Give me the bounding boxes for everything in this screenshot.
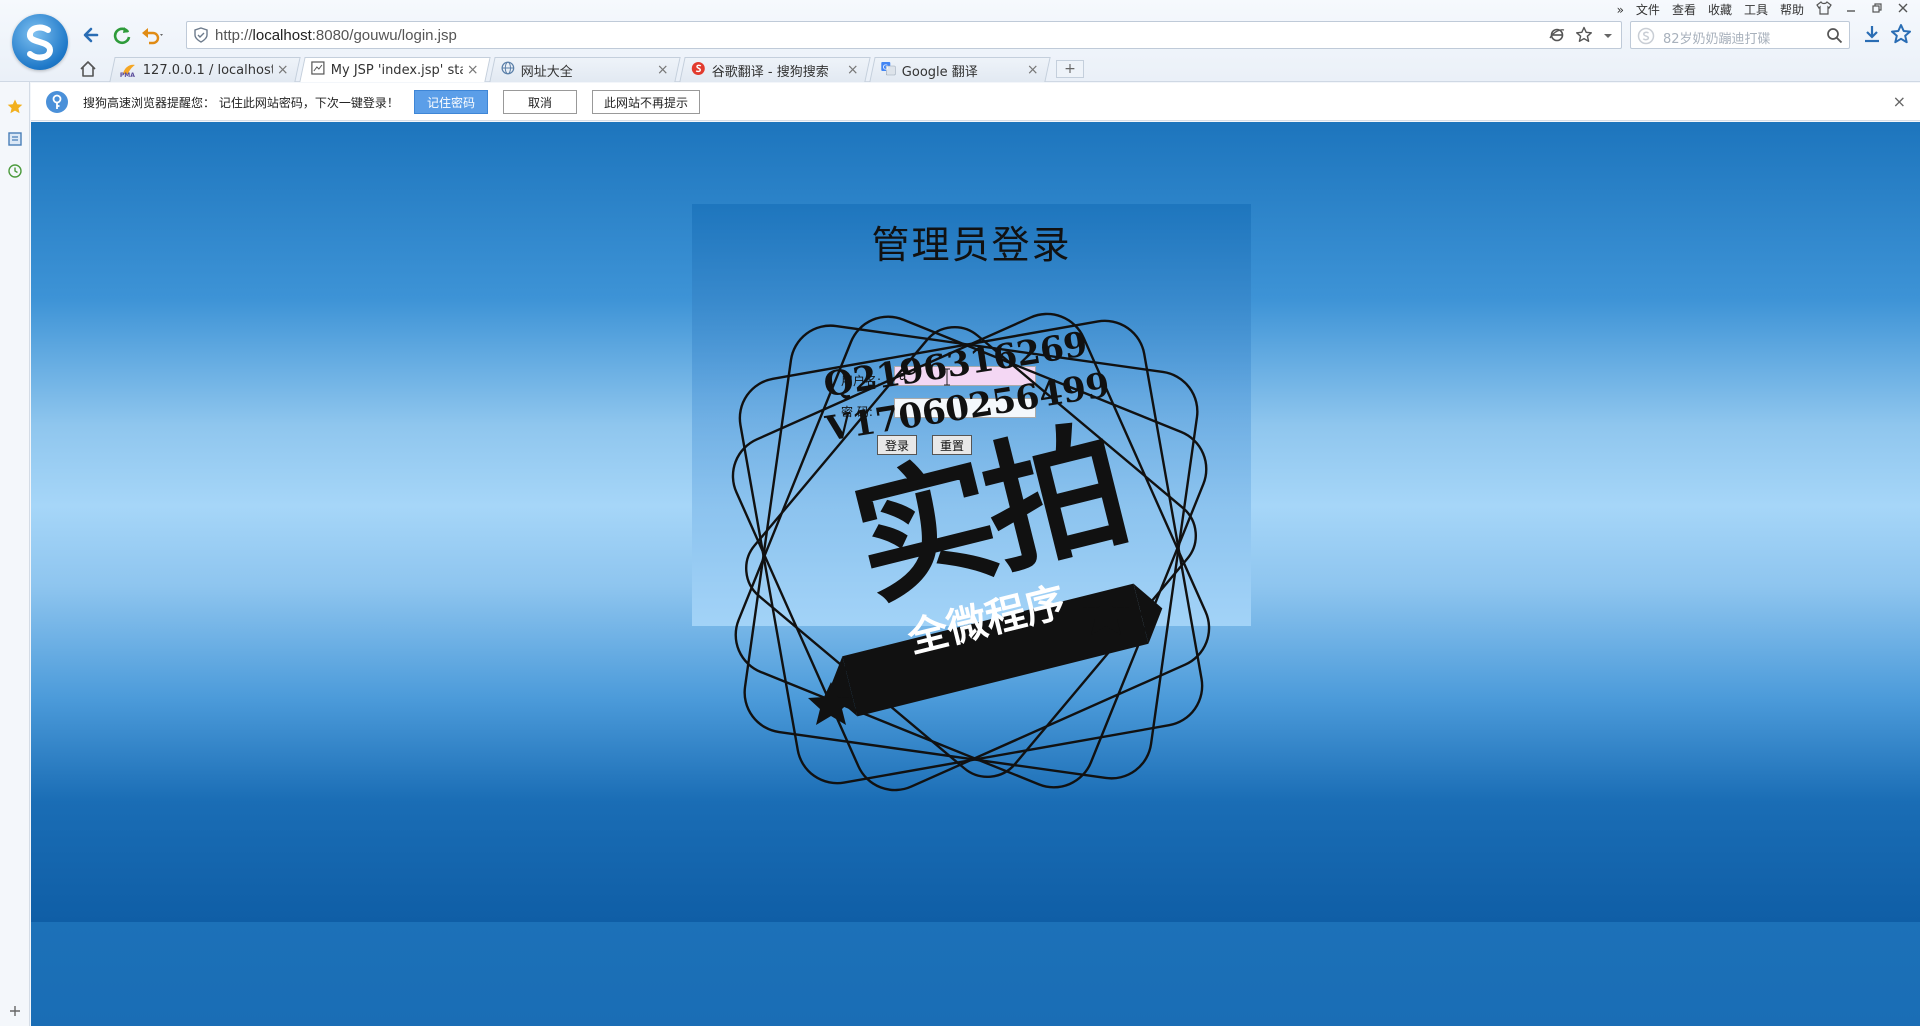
tab-close-icon[interactable]: ×	[277, 62, 289, 78]
window-menu: » 文件 查看 收藏 工具 帮助	[1617, 1, 1910, 18]
ie-compat-icon[interactable]	[1549, 27, 1565, 47]
favorite-star-icon[interactable]	[1575, 26, 1593, 48]
menu-file[interactable]: 文件	[1636, 1, 1660, 18]
bookmarks-star-icon[interactable]	[1890, 23, 1912, 49]
url-text[interactable]: http://localhost:8080/gouwu/login.jsp	[215, 27, 457, 44]
new-tab-button[interactable]: +	[1056, 60, 1084, 78]
tab-label: 网址大全	[520, 64, 573, 80]
page-footer-band	[31, 922, 1920, 1026]
chevron-down-icon[interactable]	[1603, 30, 1613, 45]
tab-close-icon[interactable]: ×	[847, 62, 859, 78]
tab-sogou-search[interactable]: 谷歌翻译 - 搜狗搜索 ×	[679, 57, 871, 82]
menu-more[interactable]: »	[1617, 3, 1624, 17]
minimize-icon[interactable]	[1844, 1, 1858, 18]
tab-my-jsp-index[interactable]: My JSP 'index.jsp' star ×	[299, 57, 491, 82]
key-icon	[46, 91, 68, 113]
search-box[interactable]: 82岁奶奶蹦迪打碟	[1630, 21, 1850, 49]
tab-close-icon[interactable]: ×	[467, 62, 479, 78]
cancel-button[interactable]: 取消	[503, 90, 577, 114]
translate-icon: G	[881, 61, 896, 80]
history-clock-icon[interactable]	[6, 162, 24, 180]
tab-close-icon[interactable]: ×	[657, 62, 669, 78]
tab-label: 127.0.0.1 / localhost /	[142, 62, 273, 78]
save-password-message: 搜狗高速浏览器提醒您： 记住此网站密码，下次一键登录！	[83, 96, 399, 110]
menu-view[interactable]: 查看	[1672, 1, 1696, 18]
tab-url-directory[interactable]: 网址大全 ×	[489, 57, 681, 82]
home-icon[interactable]	[78, 59, 98, 83]
sidebar	[0, 82, 30, 1026]
sidebar-add-icon[interactable]	[6, 1002, 24, 1020]
tab-label: 谷歌翻译 - 搜狗搜索	[711, 64, 829, 80]
tab-bar: PMA 127.0.0.1 / localhost / × My JSP 'in…	[0, 56, 1920, 82]
refresh-icon[interactable]	[109, 22, 135, 48]
url-path: :8080/gouwu/login.jsp	[311, 27, 457, 44]
close-icon[interactable]: ×	[1893, 92, 1906, 111]
never-for-this-site-button[interactable]: 此网站不再提示	[592, 90, 700, 114]
search-input[interactable]: 82岁奶奶蹦迪打碟	[1663, 28, 1771, 47]
menu-help[interactable]: 帮助	[1780, 1, 1804, 18]
download-icon[interactable]	[1862, 24, 1882, 48]
page-icon	[311, 61, 325, 79]
address-bar[interactable]: http://localhost:8080/gouwu/login.jsp	[186, 21, 1622, 49]
remember-password-button[interactable]: 记住密码	[414, 90, 488, 114]
page-title: 管理员登录	[871, 223, 1072, 267]
security-shield-icon	[193, 27, 209, 47]
tab-label: Google 翻译	[901, 64, 978, 80]
tab-localhost-phpmyadmin[interactable]: PMA 127.0.0.1 / localhost / ×	[109, 57, 301, 82]
url-prefix: http://	[215, 27, 253, 44]
tab-label: My JSP 'index.jsp' star	[330, 62, 463, 78]
close-window-icon[interactable]	[1896, 1, 1910, 18]
tab-google-translate[interactable]: G Google 翻译 ×	[869, 57, 1051, 82]
url-host: localhost	[252, 27, 312, 44]
reading-list-icon[interactable]	[6, 130, 24, 148]
undo-close-tab-icon[interactable]	[140, 22, 166, 48]
svg-text:G: G	[883, 63, 888, 71]
phpmyadmin-badge: PMA	[119, 72, 135, 79]
search-icon[interactable]	[1826, 27, 1843, 48]
sogou-icon	[691, 61, 706, 80]
favorites-star-icon[interactable]	[6, 98, 24, 116]
globe-icon	[501, 61, 515, 79]
restore-icon[interactable]	[1870, 1, 1884, 18]
back-icon[interactable]	[78, 22, 104, 48]
tab-close-icon[interactable]: ×	[1027, 62, 1039, 78]
browser-chrome: http://localhost:8080/gouwu/login.jsp 82…	[0, 0, 1920, 82]
sogou-search-engine-icon[interactable]	[1637, 27, 1655, 49]
skin-shirt-icon[interactable]	[1816, 1, 1832, 18]
menu-tools[interactable]: 工具	[1744, 1, 1768, 18]
phpmyadmin-icon: PMA	[119, 62, 137, 79]
web-page: 管理员登录 用户名: a 密 码: 登录 重置 Q2196316269 V170…	[31, 122, 1920, 1026]
menu-favorites[interactable]: 收藏	[1708, 1, 1732, 18]
save-password-bar: 搜狗高速浏览器提醒您： 记住此网站密码，下次一键登录！ 记住密码 取消 此网站不…	[31, 83, 1920, 121]
